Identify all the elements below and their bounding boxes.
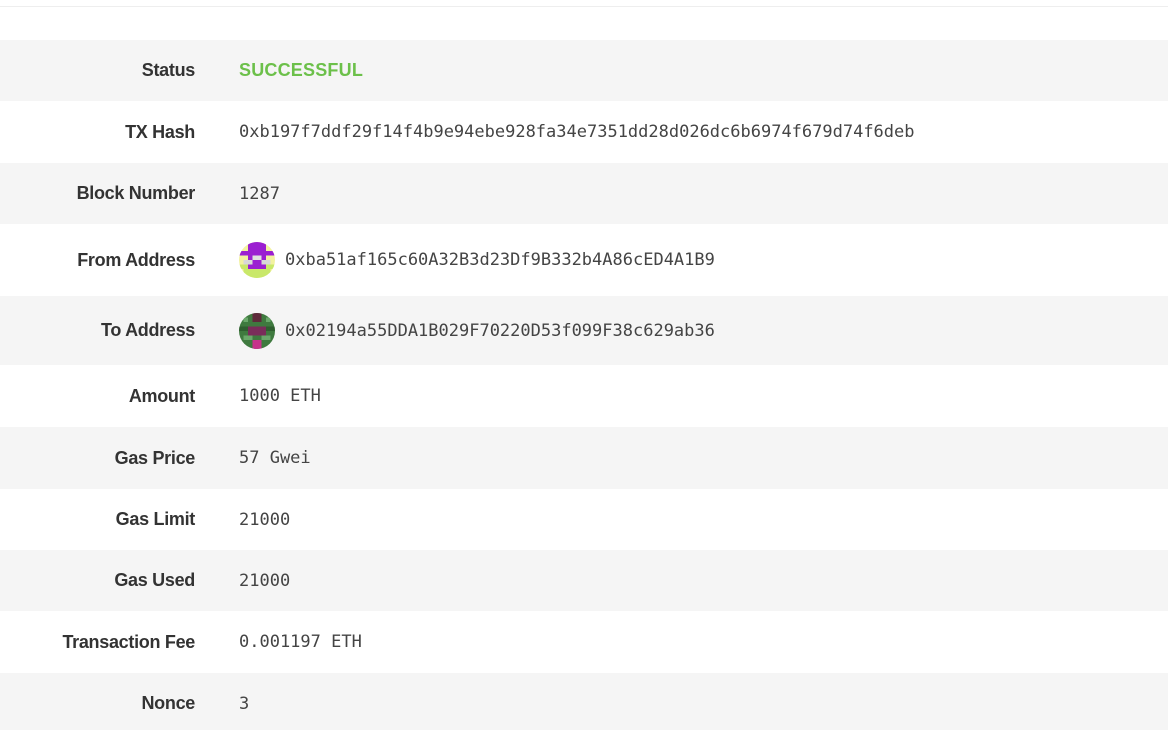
from-address-row: From Address 0xba51af165c60A32B3d23Df9B3… bbox=[0, 224, 1168, 296]
block-number-row: Block Number 1287 bbox=[0, 163, 1168, 224]
gas-price-label: Gas Price bbox=[114, 447, 196, 468]
gas-used-value[interactable]: 21000 bbox=[239, 571, 290, 591]
tx-hash-value[interactable]: 0xb197f7ddf29f14f4b9e94ebe928fa34e7351dd… bbox=[239, 122, 915, 142]
gas-price-row: Gas Price 57 Gwei bbox=[0, 427, 1168, 489]
to-address-row: To Address 0x02194a55DDA1B029F70220D53f0… bbox=[0, 296, 1168, 365]
gas-limit-label: Gas Limit bbox=[115, 509, 196, 529]
nonce-row: Nonce 3 bbox=[0, 673, 1168, 730]
status-label: Status bbox=[141, 60, 196, 80]
transaction-fee-value[interactable]: 0.001197 ETH bbox=[239, 632, 362, 652]
nonce-label: Nonce bbox=[141, 693, 195, 713]
transaction-details-table: Status SUCCESSFUL TX Hash 0xb197f7ddf29f… bbox=[0, 40, 1168, 730]
transaction-fee-label: Transaction Fee bbox=[62, 631, 195, 652]
gas-price-value[interactable]: 57 Gwei bbox=[239, 448, 311, 468]
to-address-label: To Address bbox=[100, 320, 195, 340]
amount-row: Amount 1000 ETH bbox=[0, 365, 1168, 427]
nonce-value[interactable]: 3 bbox=[239, 694, 249, 714]
from-address-value-cell: 0xba51af165c60A32B3d23Df9B332b4A86cED4A1… bbox=[239, 242, 715, 278]
transaction-fee-row: Transaction Fee 0.001197 ETH bbox=[0, 611, 1168, 673]
from-address-label: From Address bbox=[77, 249, 195, 270]
amount-value[interactable]: 1000 ETH bbox=[239, 386, 321, 406]
amount-label: Amount bbox=[128, 385, 195, 406]
tx-hash-label: TX Hash bbox=[125, 121, 195, 142]
gas-used-row: Gas Used 21000 bbox=[0, 550, 1168, 611]
top-divider bbox=[0, 0, 1168, 7]
status-row: Status SUCCESSFUL bbox=[0, 40, 1168, 101]
tx-hash-row: TX Hash 0xb197f7ddf29f14f4b9e94ebe928fa3… bbox=[0, 101, 1168, 163]
status-value-cell: SUCCESSFUL bbox=[239, 60, 363, 81]
block-number-label: Block Number bbox=[76, 183, 196, 203]
identicon-from-icon bbox=[239, 242, 275, 278]
to-address-value-cell: 0x02194a55DDA1B029F70220D53f099F38c629ab… bbox=[239, 312, 715, 349]
status-badge: SUCCESSFUL bbox=[239, 60, 364, 80]
gas-limit-value[interactable]: 21000 bbox=[239, 510, 290, 530]
block-number-value[interactable]: 1287 bbox=[239, 184, 280, 204]
from-address-value[interactable]: 0xba51af165c60A32B3d23Df9B332b4A86cED4A1… bbox=[285, 250, 715, 270]
gas-limit-row: Gas Limit 21000 bbox=[0, 489, 1168, 550]
to-address-value[interactable]: 0x02194a55DDA1B029F70220D53f099F38c629ab… bbox=[285, 321, 715, 341]
gas-used-label: Gas Used bbox=[114, 570, 195, 590]
identicon-to-icon bbox=[239, 312, 275, 349]
